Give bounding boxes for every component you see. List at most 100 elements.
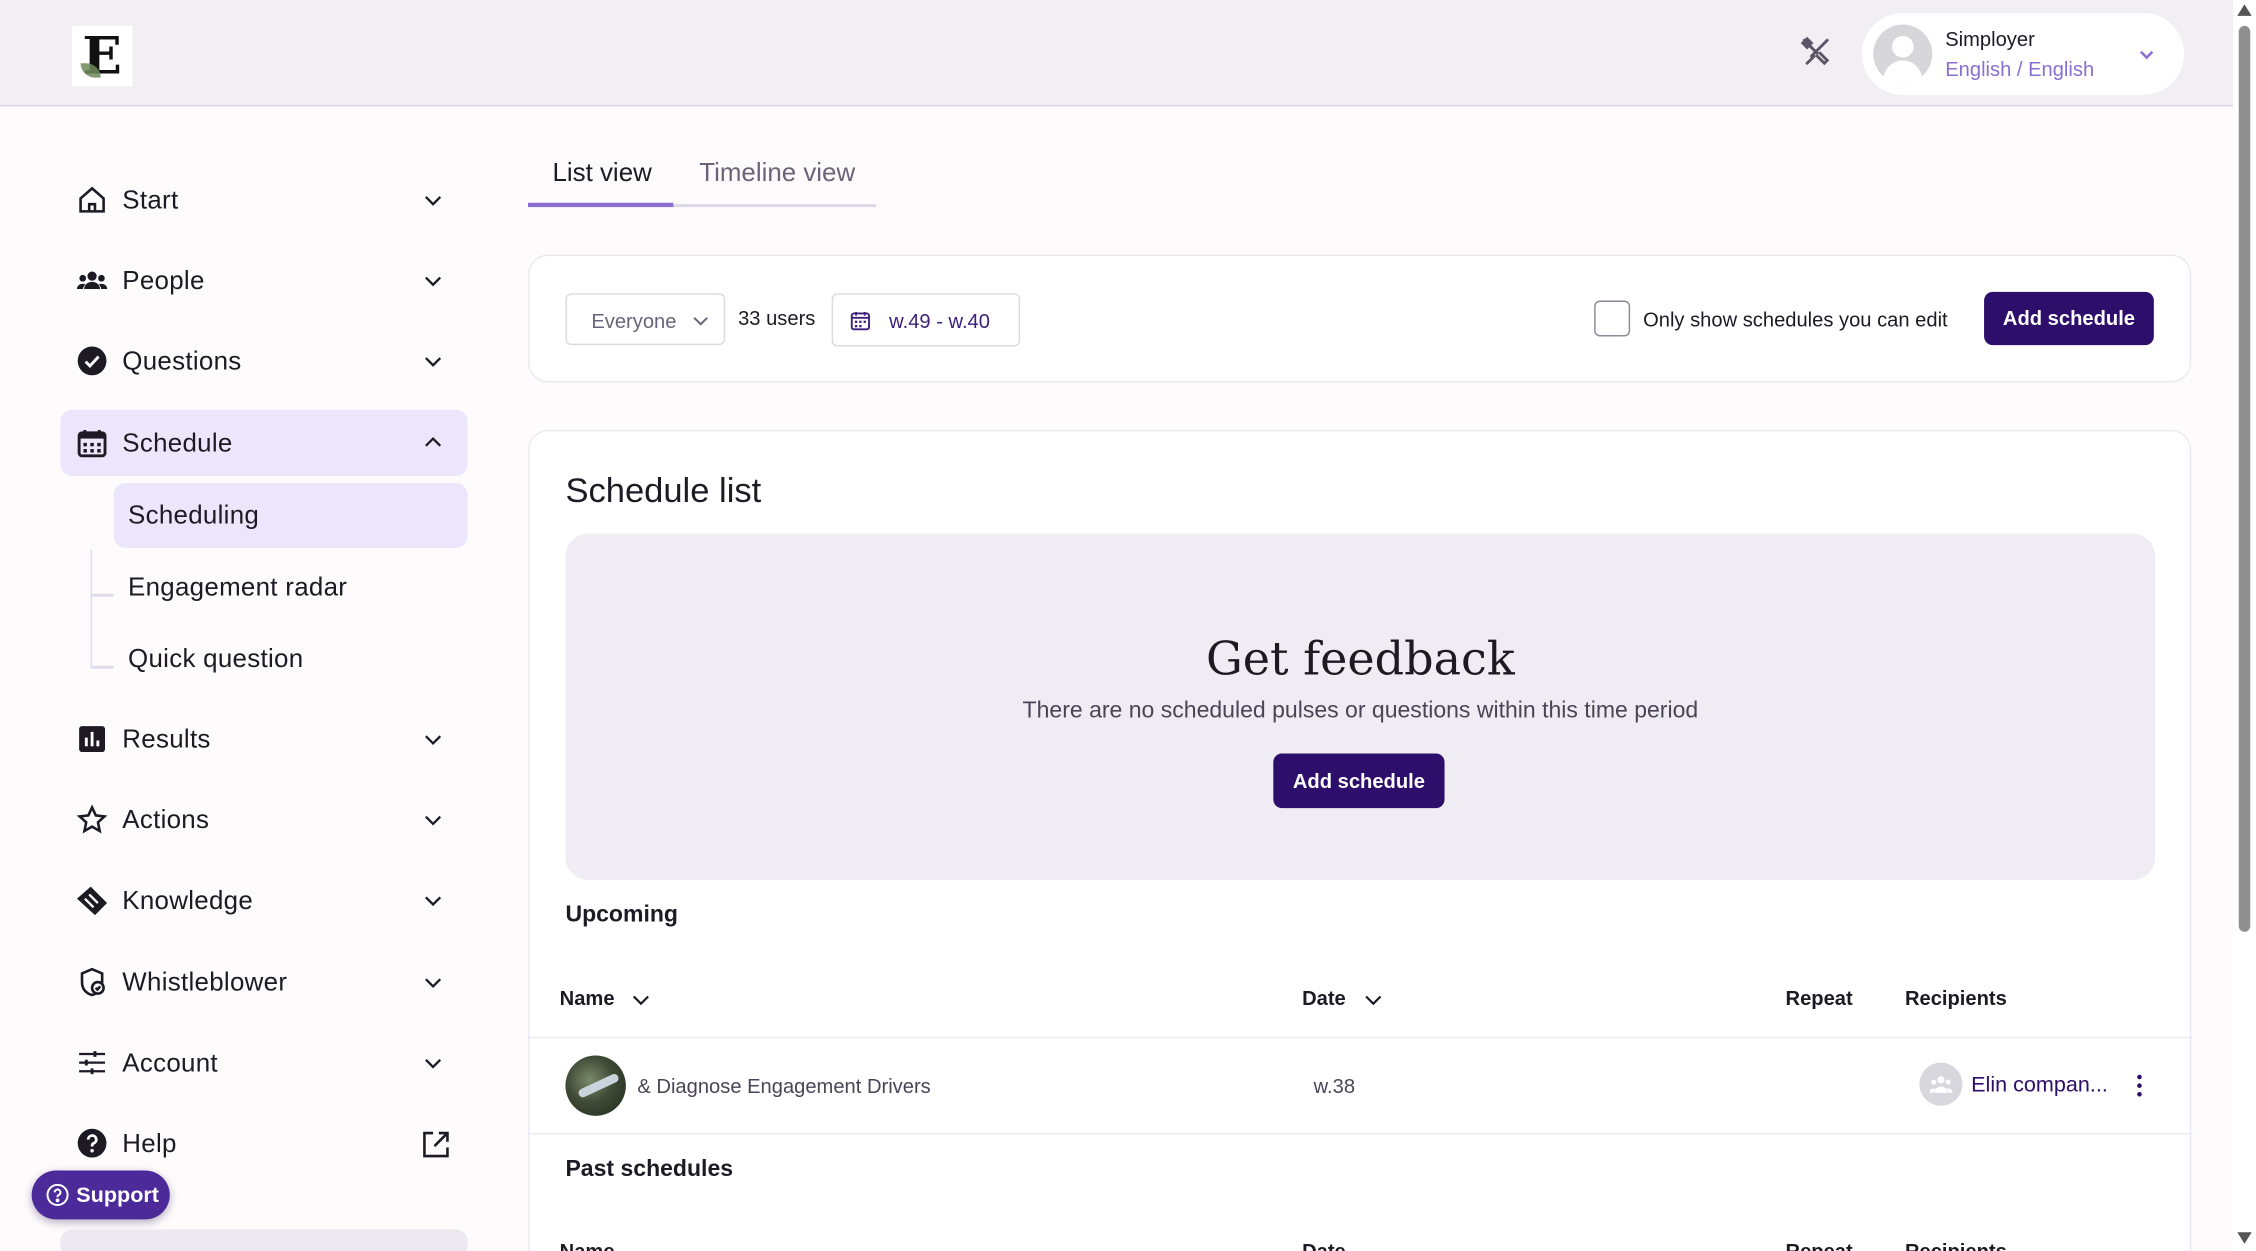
calendar-icon <box>850 312 870 331</box>
logo-letter: E <box>82 25 122 87</box>
sidebar-item-whistleblower[interactable]: Whistleblower <box>60 949 467 1015</box>
sort-chevron-icon[interactable] <box>632 991 651 1010</box>
schedule-list-card: Schedule list Get feedback There are no … <box>528 429 2193 1251</box>
only-editable-checkbox[interactable] <box>1594 300 1631 337</box>
group-select[interactable]: Everyone <box>565 293 726 346</box>
sidebar-item-label: People <box>122 266 205 295</box>
sidebar-item-questions[interactable]: Questions <box>60 328 467 394</box>
sidebar-subitem-label: Engagement radar <box>128 572 348 602</box>
column-header-repeat: Repeat <box>1785 1239 1853 1251</box>
submenu-guide <box>90 549 114 668</box>
sort-chevron-icon[interactable] <box>1364 991 1383 1010</box>
submenu-guide-tick <box>90 665 114 668</box>
schedule-name[interactable]: & Diagnose Engagement Drivers <box>637 1074 930 1097</box>
sidebar-item-knowledge[interactable]: Knowledge <box>60 867 467 933</box>
sidebar-subitem-label: Scheduling <box>128 500 260 530</box>
external-link-icon[interactable] <box>420 1129 452 1161</box>
scroll-down-arrow-icon[interactable] <box>2236 1231 2253 1245</box>
only-editable-label: Only show schedules you can edit <box>1643 307 1948 331</box>
sidebar-item-help[interactable]: Help <box>60 1110 467 1176</box>
sidebar-item-label: Actions <box>122 805 210 834</box>
sidebar-item-actions[interactable]: Actions <box>60 787 467 853</box>
empty-state-title: Get feedback <box>1205 631 1515 686</box>
column-header-recipients: Recipients <box>1904 986 2007 1010</box>
sidebar-subitem-engagement-radar[interactable]: Engagement radar <box>114 555 468 620</box>
empty-state-subtitle: There are no scheduled pulses or questio… <box>1022 698 1699 724</box>
scroll-up-arrow-icon[interactable] <box>2236 3 2253 17</box>
sidebar-item-label: Questions <box>122 346 242 376</box>
sidebar-item-results[interactable]: Results <box>60 706 467 772</box>
add-schedule-button[interactable]: Add schedule <box>1984 291 2154 346</box>
help-circle-icon <box>46 1183 69 1206</box>
chevron-down-icon <box>693 317 708 326</box>
recipients-avatar <box>1919 1062 1963 1106</box>
top-bar: E Simployer English / English <box>0 0 2233 107</box>
bar-chart-icon <box>79 726 106 753</box>
tab-list-view[interactable]: List view <box>552 158 651 188</box>
sidebar-item-label: Whistleblower <box>122 967 288 997</box>
chevron-down-icon <box>425 196 442 206</box>
check-circle-icon <box>77 346 107 376</box>
calendar-icon <box>77 429 107 458</box>
sidebar-item-start[interactable]: Start <box>60 167 467 233</box>
date-range-picker[interactable]: w.49 - w.40 <box>831 293 1021 347</box>
support-label: Support <box>76 1183 159 1208</box>
filter-bar: Everyone 33 users w.49 - w.40 Only show … <box>528 254 2192 383</box>
user-name: Simployer <box>1945 27 2035 51</box>
empty-state-panel: Get feedback There are no scheduled puls… <box>565 533 2156 881</box>
sidebar-item-label: Schedule <box>122 428 233 458</box>
tab-timeline-view[interactable]: Timeline view <box>699 158 855 188</box>
more-options-icon[interactable] <box>2132 1073 2146 1099</box>
schedule-thumbnail <box>565 1055 626 1116</box>
sidebar-item-people[interactable]: People <box>60 247 467 313</box>
chevron-down-icon <box>425 896 442 907</box>
sliders-icon <box>79 1051 106 1075</box>
tools-icon[interactable] <box>1798 35 1833 70</box>
sidebar-subitem-label: Quick question <box>128 644 304 673</box>
sidebar-collapse-button[interactable] <box>60 1229 468 1251</box>
scrollbar-thumb[interactable] <box>2238 25 2251 932</box>
sidebar-item-account[interactable]: Account <box>60 1030 467 1096</box>
chevron-down-icon <box>425 276 442 287</box>
chevron-down-icon <box>425 815 442 826</box>
column-header-name[interactable]: Name <box>560 986 615 1009</box>
sidebar-item-label: Help <box>122 1128 177 1158</box>
user-avatar <box>1873 24 1933 84</box>
sidebar-subitem-scheduling[interactable]: Scheduling <box>113 483 468 548</box>
user-language: English / English <box>1945 57 2095 81</box>
chevron-down-icon <box>425 357 442 367</box>
date-range-value: w.49 - w.40 <box>889 309 990 333</box>
chevron-down-icon <box>2139 50 2154 60</box>
chevron-up-icon <box>425 436 442 447</box>
support-button[interactable]: Support <box>31 1170 170 1220</box>
chevron-down-icon <box>425 735 442 746</box>
sidebar-item-label: Account <box>122 1048 218 1078</box>
company-logo[interactable]: E <box>71 25 133 87</box>
sidebar-item-label: Start <box>122 185 179 215</box>
whistleblower-icon <box>80 967 105 997</box>
table-divider <box>529 1036 2193 1039</box>
group-icon <box>1929 1076 1953 1093</box>
group-select-value: Everyone <box>591 309 677 333</box>
column-header-name[interactable]: Name <box>560 1239 615 1251</box>
active-tab-indicator <box>528 202 674 208</box>
column-header-date[interactable]: Date <box>1302 1239 1346 1251</box>
star-icon <box>76 804 108 834</box>
sidebar-item-schedule[interactable]: Schedule <box>60 409 468 476</box>
add-schedule-button[interactable]: Add schedule <box>1273 753 1445 809</box>
users-count: 33 users <box>738 306 816 330</box>
column-header-date[interactable]: Date <box>1302 986 1346 1009</box>
column-header-repeat: Repeat <box>1785 986 1853 1010</box>
chevron-down-icon <box>425 978 442 989</box>
sidebar-item-label: Knowledge <box>122 885 254 915</box>
schedule-list-title: Schedule list <box>565 471 762 511</box>
schedule-date: w.38 <box>1313 1074 1356 1098</box>
recipients-name[interactable]: Elin compan... <box>1971 1073 2108 1097</box>
submenu-guide-tick <box>90 593 114 597</box>
sidebar-item-label: Results <box>122 724 211 754</box>
user-menu[interactable]: Simployer English / English <box>1861 12 2185 95</box>
table-divider <box>529 1133 2193 1135</box>
upcoming-section-title: Upcoming <box>565 903 678 928</box>
sidebar-subitem-quick-question[interactable]: Quick question <box>114 627 468 692</box>
people-icon <box>76 271 108 290</box>
